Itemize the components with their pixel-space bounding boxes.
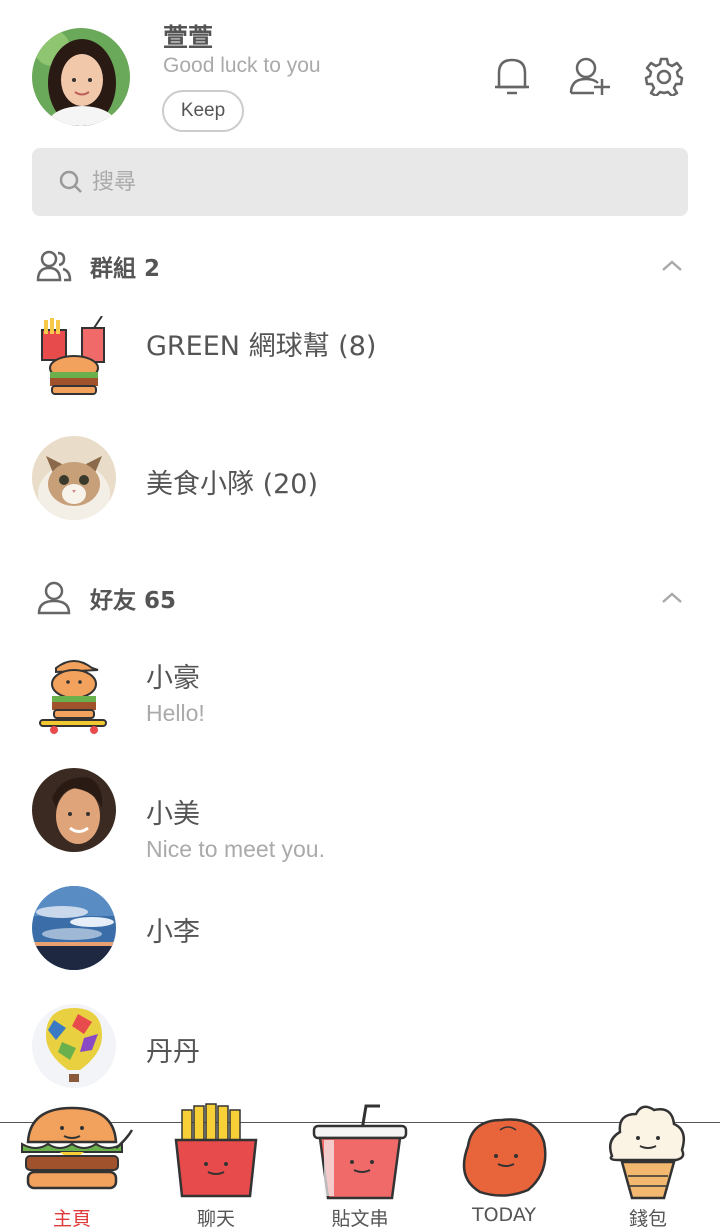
friend-name: 小美 xyxy=(146,799,200,830)
friend-row[interactable]: 小豪 Hello! xyxy=(0,642,720,752)
profile-avatar[interactable] xyxy=(32,28,130,126)
group-row[interactable]: 美食小隊 (20) xyxy=(0,426,720,536)
chevron-up-icon[interactable] xyxy=(658,584,686,612)
chevron-up-icon[interactable] xyxy=(658,252,686,280)
keep-button[interactable]: Keep xyxy=(162,90,244,132)
nav-tab-home[interactable]: 主頁 xyxy=(0,1100,144,1232)
nav-label: 錢包 xyxy=(628,1208,667,1230)
friend-row[interactable]: 小李 xyxy=(0,884,720,994)
settings-gear-icon[interactable] xyxy=(642,54,686,98)
burger-icon xyxy=(21,1106,134,1190)
profile-name: 萱萱 xyxy=(163,23,214,52)
profile-status-message: Good luck to you xyxy=(163,54,321,77)
fries-burger-sticker-avatar xyxy=(32,316,116,400)
friends-section-title: 好友 65 xyxy=(90,588,177,614)
bottom-nav: 主頁 聊天 貼文串 TODAY 錢包 xyxy=(0,1100,720,1232)
search-bar[interactable] xyxy=(32,148,688,216)
person-icon xyxy=(37,581,71,615)
hot-air-balloon-avatar xyxy=(32,1004,116,1088)
friend-photo-avatar xyxy=(32,768,116,852)
group-name: GREEN 網球幫 (8) xyxy=(146,331,377,362)
nav-tab-today[interactable]: TODAY xyxy=(432,1100,576,1232)
nav-tab-timeline[interactable]: 貼文串 xyxy=(288,1100,432,1232)
groups-section-header[interactable]: 群組 2 xyxy=(36,246,688,286)
group-name: 美食小隊 (20) xyxy=(146,469,319,500)
fries-icon xyxy=(174,1103,258,1198)
nav-tab-wallet[interactable]: 錢包 xyxy=(576,1100,720,1232)
search-icon xyxy=(59,170,82,193)
sky-photo-avatar xyxy=(32,886,116,970)
nav-label: 主頁 xyxy=(52,1208,91,1230)
friend-name: 小豪 xyxy=(146,663,200,694)
friend-message: Nice to meet you. xyxy=(146,836,325,862)
ice-cream-icon xyxy=(609,1105,685,1200)
friend-row[interactable]: 小美 Nice to meet you. xyxy=(0,768,720,878)
groups-section-title: 群組 2 xyxy=(90,256,161,282)
nav-label: TODAY xyxy=(472,1204,536,1226)
friends-section-header[interactable]: 好友 65 xyxy=(36,578,688,618)
nav-tab-chat[interactable]: 聊天 xyxy=(144,1100,288,1232)
nav-label: 聊天 xyxy=(196,1208,235,1230)
nugget-icon xyxy=(462,1118,547,1197)
friend-name: 丹丹 xyxy=(146,1037,200,1068)
nav-label: 貼文串 xyxy=(331,1208,389,1230)
add-friend-icon[interactable] xyxy=(568,54,612,98)
group-row[interactable]: GREEN 網球幫 (8) xyxy=(0,290,720,400)
bell-icon[interactable] xyxy=(490,54,534,98)
drink-cup-icon xyxy=(312,1104,408,1200)
group-icon xyxy=(36,250,72,282)
friend-message: Hello! xyxy=(146,700,205,726)
search-input[interactable] xyxy=(92,169,592,195)
cat-photo-avatar xyxy=(32,436,116,520)
friend-name: 小李 xyxy=(146,917,200,948)
skateboard-burger-sticker-avatar xyxy=(32,654,116,738)
friend-row[interactable]: 丹丹 xyxy=(0,1002,720,1112)
